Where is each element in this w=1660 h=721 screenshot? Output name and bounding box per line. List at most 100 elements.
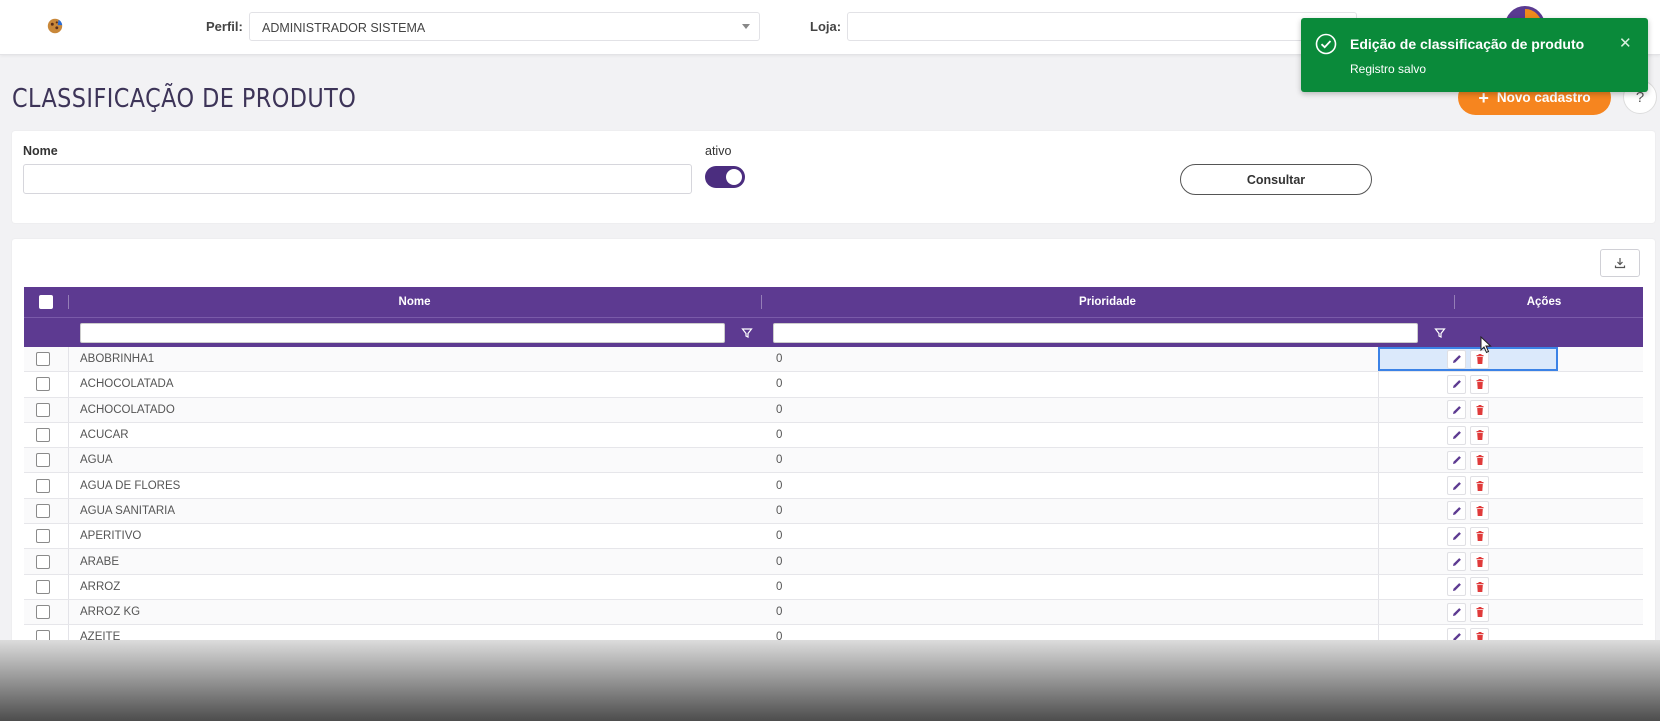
row-checkbox[interactable] — [36, 428, 50, 443]
grid-body: ABOBRINHA1 0 ACHOCOLATADA 0 ACHOCOLATADO 0 ACU… — [24, 347, 1643, 651]
edit-button[interactable] — [1447, 400, 1466, 420]
edit-button[interactable] — [1447, 602, 1466, 622]
row-checkbox[interactable] — [36, 579, 50, 594]
edit-button[interactable] — [1447, 476, 1466, 496]
trash-icon — [1476, 480, 1483, 491]
cell-nome: ACHOCOLATADA — [80, 378, 174, 391]
edit-button[interactable] — [1447, 526, 1466, 546]
table-row[interactable]: ARROZ KG 0 — [24, 599, 1643, 626]
screen-bottom-shadow — [0, 640, 1660, 721]
delete-button[interactable] — [1470, 526, 1489, 546]
cell-nome: AGUA — [80, 454, 113, 467]
cell-nome: ACHOCOLATADO — [80, 403, 175, 416]
export-button[interactable] — [1600, 249, 1640, 277]
name-filter-input[interactable] — [23, 164, 692, 194]
pencil-icon — [1452, 405, 1461, 414]
row-checkbox[interactable] — [36, 503, 50, 518]
row-actions — [1378, 423, 1558, 447]
select-all-checkbox[interactable] — [39, 295, 53, 309]
row-checkbox[interactable] — [36, 478, 50, 493]
trash-icon — [1476, 455, 1483, 466]
active-filter-label: ativo — [705, 144, 732, 158]
edit-button[interactable] — [1447, 552, 1466, 572]
table-row[interactable]: ARABE 0 — [24, 549, 1643, 575]
delete-button[interactable] — [1470, 450, 1489, 470]
download-icon — [1614, 258, 1626, 269]
nome-column-filter-input[interactable] — [80, 323, 725, 343]
results-panel: Nome Prioridade Ações ABOBRINHA1 0 ACHOCOL… — [12, 239, 1655, 659]
table-row[interactable]: ABOBRINHA1 0 — [24, 347, 1643, 373]
cell-nome: ARABE — [80, 555, 119, 568]
cell-prioridade: 0 — [776, 606, 783, 619]
cell-prioridade: 0 — [776, 555, 783, 568]
row-checkbox[interactable] — [36, 352, 50, 367]
row-checkbox[interactable] — [36, 377, 50, 392]
delete-button[interactable] — [1470, 374, 1489, 394]
cell-prioridade: 0 — [776, 454, 783, 467]
table-row[interactable]: ACHOCOLATADO 0 — [24, 397, 1643, 423]
delete-button[interactable] — [1470, 476, 1489, 496]
cell-nome: APERITIVO — [80, 530, 142, 543]
row-checkbox[interactable] — [36, 529, 50, 544]
pencil-icon — [1452, 380, 1461, 389]
edit-button[interactable] — [1447, 349, 1466, 369]
table-row[interactable]: ACUCAR 0 — [24, 422, 1643, 449]
active-toggle[interactable] — [705, 166, 745, 188]
perfil-select[interactable]: ADMINISTRADOR SISTEMA — [249, 12, 760, 41]
column-header-prioridade[interactable]: Prioridade — [761, 287, 1454, 317]
delete-button[interactable] — [1470, 577, 1489, 597]
logo-icon[interactable] — [46, 17, 64, 35]
row-checkbox[interactable] — [36, 402, 50, 417]
delete-button[interactable] — [1470, 501, 1489, 521]
row-actions — [1378, 549, 1558, 573]
pencil-icon — [1452, 582, 1461, 591]
grid-filter-row — [24, 317, 1643, 347]
delete-button[interactable] — [1470, 602, 1489, 622]
pencil-icon — [1452, 557, 1461, 566]
consult-button[interactable]: Consultar — [1180, 164, 1372, 195]
edit-button[interactable] — [1447, 450, 1466, 470]
row-checkbox[interactable] — [36, 554, 50, 569]
success-toast: Edição de classificação de produto Regis… — [1301, 18, 1648, 92]
cell-prioridade: 0 — [776, 378, 783, 391]
edit-button[interactable] — [1447, 425, 1466, 445]
data-grid: Nome Prioridade Ações ABOBRINHA1 0 ACHOCOL… — [24, 287, 1643, 651]
table-row[interactable]: AGUA DE FLORES 0 — [24, 473, 1643, 499]
cell-prioridade: 0 — [776, 530, 783, 543]
close-icon[interactable]: ✕ — [1619, 34, 1632, 52]
table-row[interactable]: APERITIVO 0 — [24, 524, 1643, 550]
perfil-label: Perfil: — [206, 19, 243, 34]
delete-button[interactable] — [1470, 425, 1489, 445]
trash-icon — [1476, 581, 1483, 592]
cell-nome: ACUCAR — [80, 429, 129, 442]
cell-prioridade: 0 — [776, 580, 783, 593]
filter-icon[interactable] — [741, 327, 753, 339]
chevron-down-icon — [742, 24, 750, 29]
toast-message: Registro salvo — [1350, 62, 1427, 76]
cell-prioridade: 0 — [776, 353, 783, 366]
edit-button[interactable] — [1447, 374, 1466, 394]
table-row[interactable]: AGUA SANITARIA 0 — [24, 498, 1643, 525]
loja-label: Loja: — [810, 19, 842, 34]
table-row[interactable]: ACHOCOLATADA 0 — [24, 372, 1643, 398]
row-checkbox[interactable] — [36, 605, 50, 620]
trash-icon — [1476, 404, 1483, 415]
prioridade-column-filter-input[interactable] — [773, 323, 1418, 343]
pencil-icon — [1452, 431, 1461, 440]
row-actions — [1378, 448, 1558, 472]
edit-button[interactable] — [1447, 577, 1466, 597]
column-header-nome[interactable]: Nome — [68, 287, 761, 317]
delete-button[interactable] — [1470, 552, 1489, 572]
row-checkbox[interactable] — [36, 453, 50, 468]
row-actions — [1378, 347, 1558, 372]
row-actions — [1378, 372, 1558, 396]
delete-button[interactable] — [1470, 400, 1489, 420]
loja-select[interactable] — [847, 12, 1357, 41]
edit-button[interactable] — [1447, 501, 1466, 521]
table-row[interactable]: ARROZ 0 — [24, 574, 1643, 600]
table-row[interactable]: AGUA 0 — [24, 448, 1643, 474]
trash-icon — [1476, 531, 1483, 542]
new-record-label: Novo cadastro — [1496, 90, 1591, 105]
filter-icon[interactable] — [1434, 327, 1446, 339]
row-actions — [1378, 398, 1558, 422]
